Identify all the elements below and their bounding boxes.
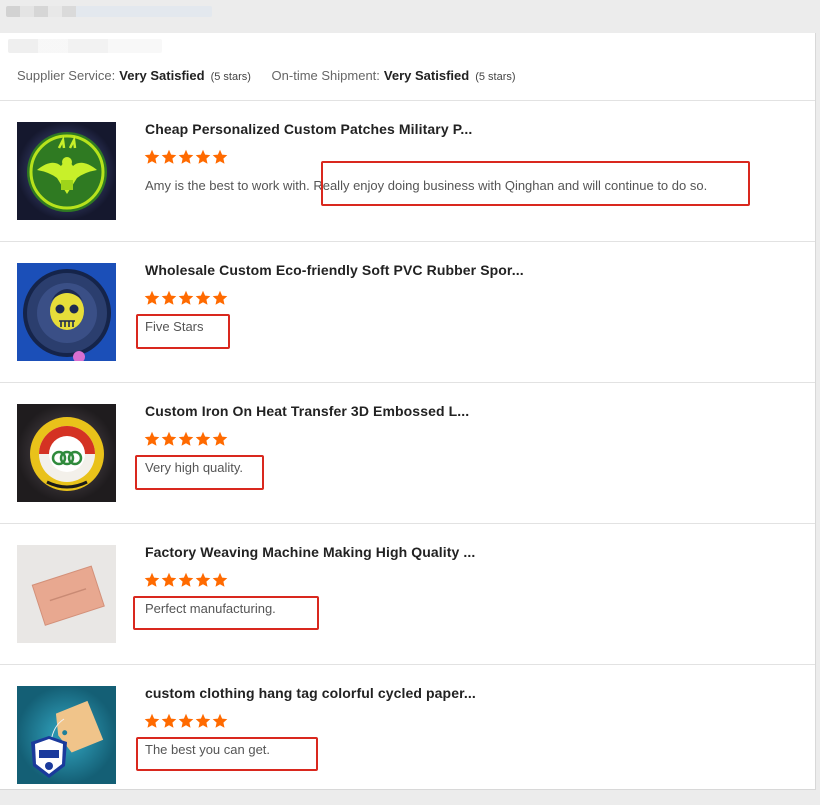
club-badge-thumbnail[interactable] (17, 404, 116, 502)
supplier-service-stars: (5 stars) (210, 71, 251, 83)
star-icon (144, 572, 160, 587)
highlight-box (136, 314, 230, 349)
rating-summary: Supplier Service: Very Satisfied (5 stars)… (17, 68, 533, 83)
star-icon (178, 149, 194, 164)
eagle-patch-thumbnail[interactable] (17, 122, 116, 220)
review-product-title[interactable]: custom clothing hang tag colorful cycled… (145, 685, 476, 701)
ontime-shipment-rating: On-time Shipment: Very Satisfied (5 stars) (272, 68, 516, 83)
woven-label-thumbnail[interactable] (17, 545, 116, 643)
star-icon (161, 149, 177, 164)
star-icon (144, 431, 160, 446)
review-product-title[interactable]: Cheap Personalized Custom Patches Milita… (145, 121, 472, 137)
review-item: Cheap Personalized Custom Patches Milita… (0, 101, 815, 241)
supplier-service-rating: Supplier Service: Very Satisfied (5 stars) (17, 68, 251, 83)
star-icon (161, 290, 177, 305)
rating-stars (144, 431, 228, 447)
supplier-service-label: Supplier Service: (17, 68, 116, 83)
star-icon (195, 290, 211, 305)
star-icon (195, 149, 211, 164)
blurred-section-heading (8, 39, 162, 53)
star-icon (144, 149, 160, 164)
ontime-shipment-stars: (5 stars) (475, 71, 516, 83)
highlight-box (321, 161, 750, 206)
star-icon (195, 572, 211, 587)
pvc-skull-patch-thumbnail[interactable] (17, 263, 116, 361)
review-item: Factory Weaving Machine Making High Qual… (0, 524, 815, 664)
highlight-box (136, 737, 318, 771)
star-icon (178, 431, 194, 446)
star-icon (212, 713, 228, 728)
star-icon (161, 713, 177, 728)
blurred-header-text (6, 6, 212, 17)
star-icon (161, 572, 177, 587)
star-icon (212, 572, 228, 587)
star-icon (178, 713, 194, 728)
star-icon (212, 431, 228, 446)
review-item: custom clothing hang tag colorful cycled… (0, 665, 815, 805)
ontime-shipment-label: On-time Shipment: (271, 68, 380, 83)
star-icon (144, 290, 160, 305)
highlight-box (135, 455, 264, 490)
star-icon (178, 290, 194, 305)
review-product-title[interactable]: Custom Iron On Heat Transfer 3D Embossed… (145, 403, 469, 419)
ontime-shipment-value: Very Satisfied (383, 68, 470, 83)
rating-stars (144, 290, 228, 306)
star-icon (161, 431, 177, 446)
reviews-panel: Supplier Service: Very Satisfied (5 stars)… (0, 33, 816, 790)
review-product-title[interactable]: Factory Weaving Machine Making High Qual… (145, 544, 475, 560)
star-icon (212, 290, 228, 305)
hang-tag-thumbnail[interactable] (17, 686, 116, 784)
rating-stars (144, 572, 228, 588)
rating-stars (144, 149, 228, 165)
star-icon (144, 713, 160, 728)
star-icon (212, 149, 228, 164)
rating-stars (144, 713, 228, 729)
review-product-title[interactable]: Wholesale Custom Eco-friendly Soft PVC R… (145, 262, 524, 278)
highlight-box (133, 596, 319, 630)
star-icon (178, 572, 194, 587)
star-icon (195, 713, 211, 728)
star-icon (195, 431, 211, 446)
supplier-service-value: Very Satisfied (119, 68, 205, 83)
review-item: Wholesale Custom Eco-friendly Soft PVC R… (0, 242, 815, 382)
review-item: Custom Iron On Heat Transfer 3D Embossed… (0, 383, 815, 523)
